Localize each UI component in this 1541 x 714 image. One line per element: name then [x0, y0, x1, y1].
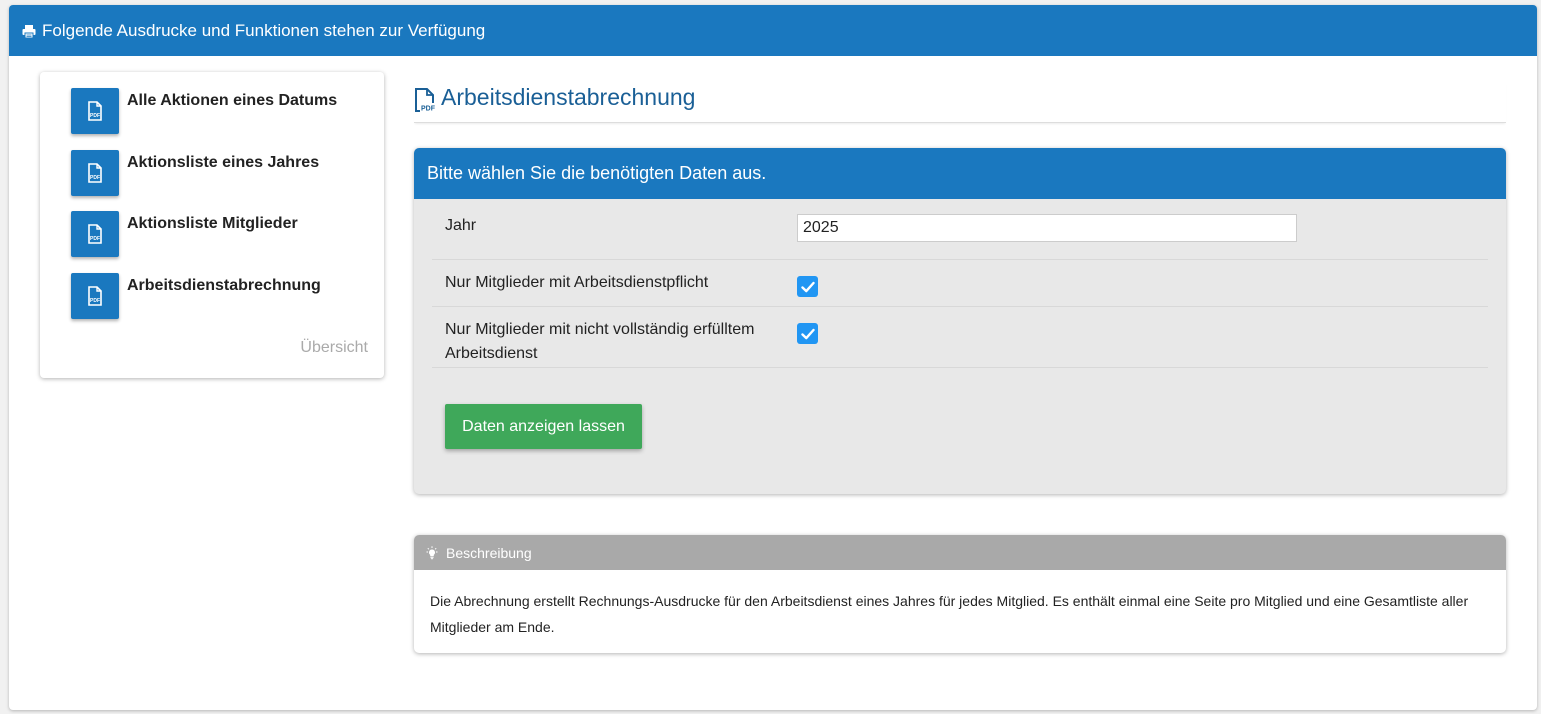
selection-form-card: Bitte wählen Sie die benötigten Daten au…: [414, 148, 1506, 494]
form-header: Bitte wählen Sie die benötigten Daten au…: [414, 148, 1506, 199]
overview-link[interactable]: Übersicht: [300, 339, 368, 357]
checkbox-duty[interactable]: [797, 276, 818, 297]
description-card: Beschreibung Die Abrechnung erstellt Rec…: [414, 535, 1506, 653]
panel-header-title: Folgende Ausdrucke und Funktionen stehen…: [42, 20, 486, 40]
pdf-file-icon: PDF: [414, 87, 436, 113]
svg-text:PDF: PDF: [421, 106, 436, 113]
printer-icon: [21, 23, 37, 39]
checkbox-incomplete-label-line1: Nur Mitglieder mit nicht vollständig erf…: [445, 321, 755, 338]
svg-text:PDF: PDF: [90, 113, 100, 119]
action-label[interactable]: Aktionsliste Mitglieder: [127, 215, 298, 233]
year-input[interactable]: [797, 214, 1297, 242]
action-item-member-list[interactable]: PDF Aktionsliste Mitglieder: [71, 211, 298, 257]
action-item-year-list[interactable]: PDF Aktionsliste eines Jahres: [71, 150, 319, 196]
page-title: PDF Arbeitsdienstabrechnung: [414, 82, 1506, 123]
pdf-file-icon[interactable]: PDF: [71, 150, 119, 196]
form-row-year: Jahr: [432, 199, 1488, 260]
action-item-work-duty-billing[interactable]: PDF Arbeitsdienstabrechnung: [71, 273, 321, 319]
form-row-checkbox-incomplete: Nur Mitglieder mit nicht vollständig erf…: [432, 307, 1488, 368]
svg-text:PDF: PDF: [90, 236, 100, 242]
checkbox-incomplete-label-line2: Arbeitsdienst: [445, 345, 538, 362]
checkbox-incomplete-label: Nur Mitglieder mit nicht vollständig erf…: [445, 318, 754, 366]
year-label: Jahr: [445, 217, 477, 234]
lightbulb-icon: [425, 545, 439, 560]
action-item-all-actions-date[interactable]: PDF Alle Aktionen eines Datums: [71, 88, 337, 134]
pdf-file-icon[interactable]: PDF: [71, 211, 119, 257]
checkbox-incomplete[interactable]: [797, 323, 818, 344]
checkmark-icon: [800, 281, 815, 292]
checkbox-duty-label: Nur Mitglieder mit Arbeitsdienstpflicht: [445, 274, 709, 291]
action-label[interactable]: Arbeitsdienstabrechnung: [127, 277, 321, 295]
checkmark-icon: [800, 328, 815, 339]
page-title-text: Arbeitsdienstabrechnung: [441, 84, 696, 110]
description-header: Beschreibung: [414, 535, 1506, 570]
pdf-file-icon[interactable]: PDF: [71, 88, 119, 134]
description-text: Die Abrechnung erstellt Rechnungs-Ausdru…: [430, 593, 1469, 635]
svg-text:PDF: PDF: [90, 298, 100, 304]
print-actions-card: PDF Alle Aktionen eines Datums PDF Aktio…: [40, 72, 384, 378]
action-label[interactable]: Alle Aktionen eines Datums: [127, 92, 337, 110]
description-header-title: Beschreibung: [446, 544, 532, 561]
form-row-checkbox-duty: Nur Mitglieder mit Arbeitsdienstpflicht: [432, 260, 1488, 307]
panel-header: Folgende Ausdrucke und Funktionen stehen…: [9, 5, 1537, 56]
svg-text:PDF: PDF: [90, 175, 100, 181]
show-data-button[interactable]: Daten anzeigen lassen: [445, 404, 642, 449]
main-panel: Folgende Ausdrucke und Funktionen stehen…: [9, 5, 1537, 710]
pdf-file-icon[interactable]: PDF: [71, 273, 119, 319]
action-label[interactable]: Aktionsliste eines Jahres: [127, 154, 319, 172]
